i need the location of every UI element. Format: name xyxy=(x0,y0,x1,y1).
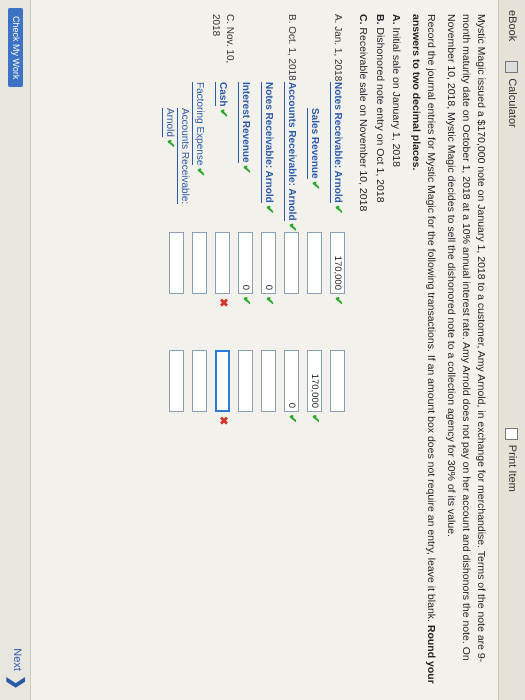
account-name: Factoring Expense xyxy=(192,82,206,166)
transaction-label: C. xyxy=(356,14,369,25)
calculator-label: Calculator xyxy=(506,78,518,128)
transaction-label: B. xyxy=(373,14,386,25)
account-select[interactable]: Notes Receivable: Arnold✔ xyxy=(329,82,345,232)
account-select[interactable]: Interest Revenue✔ xyxy=(237,82,253,232)
credit-input[interactable] xyxy=(260,350,276,412)
account-name: Interest Revenue xyxy=(238,82,252,163)
rotated-page: eBook Calculator Print Item Mystic Magic… xyxy=(0,0,525,700)
account-select[interactable]: Factoring Expense✔ xyxy=(191,82,207,232)
journal-table: A. Jan. 1, 2018 Notes Receivable: Arnold… xyxy=(161,14,349,686)
entry-date: B. Oct. 1, 2018 xyxy=(286,14,298,81)
credit-mark-icon: ✔ xyxy=(309,414,322,424)
credit-input[interactable]: 0 xyxy=(283,350,299,412)
ebook-label: eBook xyxy=(506,10,518,42)
check-icon: ✔ xyxy=(309,180,322,190)
account-select[interactable]: Sales Revenue✔ xyxy=(306,82,322,232)
debit-input[interactable] xyxy=(168,232,184,294)
account-name: Accounts Receivable: Arnold xyxy=(161,108,191,205)
calculator-link[interactable]: Calculator xyxy=(505,51,519,138)
debit-input[interactable] xyxy=(191,232,207,294)
journal-row: B. Oct. 1, 2018 Accounts Receivable: Arn… xyxy=(280,14,303,686)
print-icon xyxy=(505,427,519,440)
transaction-a: A. Initial sale on January 1, 2018 xyxy=(389,14,404,686)
check-icon: ✔ xyxy=(240,164,253,174)
problem-content: Mystic Magic issued a $170,000 note on J… xyxy=(161,0,498,700)
debit-x-icon: ✖ xyxy=(217,298,230,308)
credit-x-icon: ✖ xyxy=(217,416,230,426)
debit-input[interactable] xyxy=(214,232,230,294)
debit-mark-icon: ✔ xyxy=(332,296,345,306)
account-name: Cash xyxy=(215,82,229,107)
next-button[interactable]: Next ❯ xyxy=(7,648,27,690)
toolbar: eBook Calculator Print Item xyxy=(498,0,525,700)
problem-paragraph: Mystic Magic issued a $170,000 note on J… xyxy=(445,14,487,663)
journal-row: A. Jan. 1, 2018 Notes Receivable: Arnold… xyxy=(326,14,349,686)
credit-mark-icon: ✔ xyxy=(286,414,299,424)
check-icon: ✔ xyxy=(194,167,207,177)
instruction-text: Record the journal entries for Mystic Ma… xyxy=(425,14,438,622)
debit-input[interactable] xyxy=(306,232,322,294)
calculator-icon xyxy=(505,61,519,74)
check-icon: ✔ xyxy=(286,222,299,232)
transaction-b: B. Dishonored note entry on Oct 1, 2018 xyxy=(372,14,387,686)
chevron-right-icon: ❯ xyxy=(7,674,27,690)
check-icon: ✔ xyxy=(263,204,276,214)
debit-input[interactable]: 170,000 xyxy=(329,232,345,294)
transaction-text: Dishonored note entry on Oct 1, 2018 xyxy=(373,27,386,203)
transaction-label: A. xyxy=(390,14,403,25)
credit-input[interactable] xyxy=(214,350,230,412)
next-label: Next xyxy=(11,648,23,671)
journal-row: Accounts Receivable: Arnold✔ xyxy=(161,14,191,686)
check-icon: ✔ xyxy=(217,108,230,118)
account-select[interactable]: Accounts Receivable: Arnold✔ xyxy=(161,82,191,232)
debit-input[interactable]: 0 xyxy=(237,232,253,294)
credit-input[interactable] xyxy=(237,350,253,412)
debit-mark-icon: ✔ xyxy=(240,296,253,306)
account-select[interactable]: Cash✔ xyxy=(214,82,230,232)
account-name: Sales Revenue xyxy=(307,108,321,179)
transaction-text: Initial sale on January 1, 2018 xyxy=(390,27,403,167)
account-name: Notes Receivable: Arnold xyxy=(330,82,344,203)
account-select[interactable]: Notes Receivable: Arnold✔ xyxy=(260,82,276,232)
credit-input[interactable] xyxy=(191,350,207,412)
ebook-link[interactable]: eBook xyxy=(506,0,518,51)
journal-row: Factoring Expense✔ xyxy=(188,14,211,686)
transaction-text: Receivable sale on November 10, 2018 xyxy=(356,27,369,212)
debit-input[interactable] xyxy=(283,232,299,294)
journal-row: Notes Receivable: Arnold✔ 0 ✔ xyxy=(257,14,280,686)
check-icon: ✔ xyxy=(332,204,345,214)
journal-row: C. Nov. 10, 2018 Cash✔ ✖ ✖ xyxy=(210,14,236,686)
entry-date: C. Nov. 10, 2018 xyxy=(210,14,236,64)
debit-input[interactable]: 0 xyxy=(260,232,276,294)
account-name: Accounts Receivable: Arnold xyxy=(284,82,298,221)
transaction-c: C. Receivable sale on November 10, 2018 xyxy=(355,14,370,686)
entry-date: A. Jan. 1, 2018 xyxy=(332,14,344,82)
account-select[interactable]: Accounts Receivable: Arnold✔ xyxy=(283,82,299,232)
print-label: Print Item xyxy=(506,444,518,492)
credit-input[interactable] xyxy=(168,350,184,412)
credit-input[interactable]: 170,000 xyxy=(306,350,322,412)
check-icon: ✔ xyxy=(163,138,176,149)
account-name: Notes Receivable: Arnold xyxy=(261,82,275,203)
journal-row: Interest Revenue✔ 0 ✔ xyxy=(234,14,257,686)
check-my-work-button[interactable]: Check My Work xyxy=(8,8,23,88)
journal-row: Sales Revenue✔ 170,000 ✔ xyxy=(303,14,326,686)
print-item-link[interactable]: Print Item xyxy=(505,418,519,502)
debit-mark-icon: ✔ xyxy=(263,296,276,306)
footer-bar: Check My Work Next ❯ xyxy=(0,0,31,700)
credit-input[interactable] xyxy=(329,350,345,412)
instruction: Record the journal entries for Mystic Ma… xyxy=(408,14,438,686)
